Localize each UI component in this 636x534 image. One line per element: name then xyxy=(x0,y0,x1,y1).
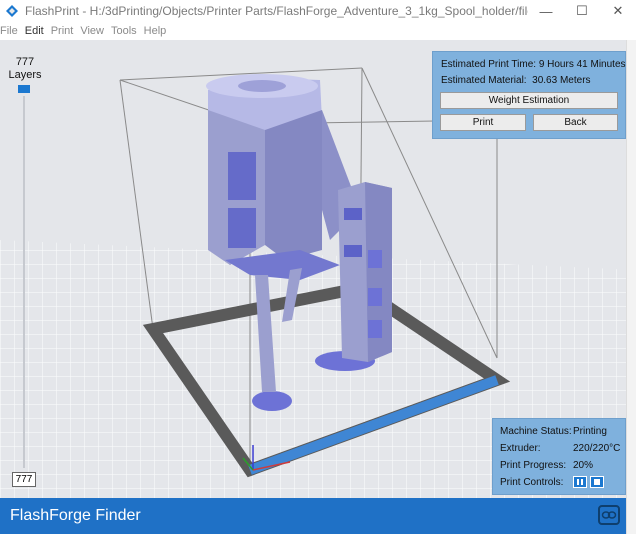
machine-status-label: Machine Status: xyxy=(500,426,572,437)
maximize-button[interactable]: ☐ xyxy=(564,0,600,22)
material-label: Estimated Material: xyxy=(441,75,527,86)
flashprint-app-icon xyxy=(6,5,18,17)
window-title: FlashPrint - H:/3dPrinting/Objects/Print… xyxy=(25,4,528,18)
current-layer-field[interactable]: 777 xyxy=(12,472,36,487)
layer-label: Layers xyxy=(8,69,42,81)
device-bar: FlashForge Finder xyxy=(0,498,626,534)
title-bar: FlashPrint - H:/3dPrinting/Objects/Print… xyxy=(0,0,636,22)
extruder-label: Extruder: xyxy=(500,443,541,454)
stop-icon xyxy=(594,479,600,485)
close-button[interactable]: ✕ xyxy=(600,0,636,22)
print-controls-label: Print Controls: xyxy=(500,477,564,488)
pause-icon xyxy=(577,479,583,485)
connect-icon[interactable] xyxy=(598,505,620,525)
layer-counter: 777 Layers xyxy=(6,56,44,82)
menu-print[interactable]: Print xyxy=(51,25,74,37)
print-time-row: Estimated Print Time: 9 Hours 41 Minutes xyxy=(441,59,626,70)
estimate-panel: Estimated Print Time: 9 Hours 41 Minutes… xyxy=(432,51,626,139)
menu-help[interactable]: Help xyxy=(144,25,167,37)
menu-view[interactable]: View xyxy=(80,25,104,37)
layer-count: 777 xyxy=(15,56,35,68)
material-value: 30.63 Meters xyxy=(532,75,591,86)
layer-slider-handle[interactable] xyxy=(18,85,30,93)
print-button[interactable]: Print xyxy=(440,114,526,131)
machine-status-value: Printing xyxy=(573,426,607,437)
print-progress-label: Print Progress: xyxy=(500,460,567,471)
print-time-value: 9 Hours 41 Minutes xyxy=(538,59,626,70)
window-right-edge xyxy=(626,40,636,534)
extruder-value: 220/220°C xyxy=(573,443,621,454)
menu-bar: File Edit Print View Tools Help xyxy=(0,22,636,40)
print-progress-value: 20% xyxy=(573,460,594,471)
back-button[interactable]: Back xyxy=(533,114,618,131)
3d-viewport[interactable]: 777 Layers 777 Estimated Print Time: 9 H… xyxy=(0,40,636,498)
print-time-label: Estimated Print Time: xyxy=(441,59,537,70)
minimize-button[interactable]: — xyxy=(528,0,564,22)
device-name: FlashForge Finder xyxy=(10,507,141,524)
machine-status-panel: Machine Status: Printing Extruder: 220/2… xyxy=(492,418,626,495)
menu-edit[interactable]: Edit xyxy=(25,25,44,37)
layer-slider-track[interactable] xyxy=(23,96,25,468)
stop-button[interactable] xyxy=(590,476,604,488)
menu-tools[interactable]: Tools xyxy=(111,25,137,37)
material-row: Estimated Material: 30.63 Meters xyxy=(441,75,591,86)
weight-estimation-button[interactable]: Weight Estimation xyxy=(440,92,618,109)
pause-button[interactable] xyxy=(573,476,587,488)
link-icon xyxy=(601,511,617,519)
menu-file[interactable]: File xyxy=(0,25,18,37)
